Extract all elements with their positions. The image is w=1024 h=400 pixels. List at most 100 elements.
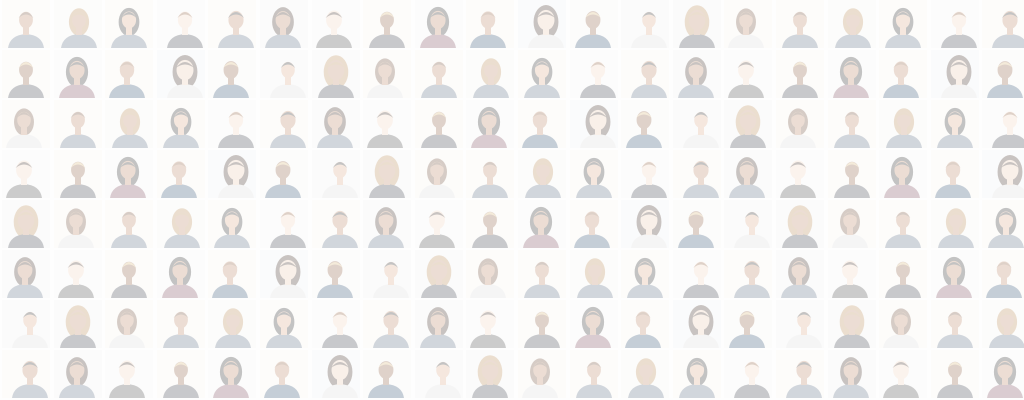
portrait-tile bbox=[414, 100, 463, 148]
portrait-tile bbox=[930, 150, 979, 198]
portrait-tile bbox=[775, 300, 824, 348]
portrait-icon bbox=[363, 300, 412, 348]
portrait-tile bbox=[879, 300, 928, 348]
portrait-icon bbox=[879, 250, 928, 298]
portrait-tile bbox=[724, 350, 773, 398]
portrait-tile bbox=[775, 150, 824, 198]
portrait-icon bbox=[827, 0, 876, 48]
portrait-icon bbox=[2, 100, 50, 148]
portrait-icon bbox=[621, 100, 670, 148]
portrait-tile bbox=[879, 200, 928, 248]
portrait-tile bbox=[517, 0, 566, 48]
portrait-icon bbox=[53, 0, 102, 48]
portrait-icon bbox=[363, 50, 412, 98]
portrait-tile bbox=[208, 50, 257, 98]
portrait-icon bbox=[827, 350, 876, 398]
portrait-icon bbox=[621, 300, 670, 348]
portrait-tile bbox=[156, 200, 205, 248]
portrait-icon bbox=[156, 0, 205, 48]
portrait-icon bbox=[672, 100, 721, 148]
portrait-tile bbox=[466, 150, 515, 198]
portrait-tile bbox=[259, 150, 308, 198]
portrait-icon bbox=[259, 350, 308, 398]
portrait-icon bbox=[672, 0, 721, 48]
portrait-icon bbox=[311, 350, 360, 398]
portrait-icon bbox=[105, 200, 154, 248]
portrait-tile bbox=[724, 150, 773, 198]
portrait-icon bbox=[208, 350, 257, 398]
portrait-icon bbox=[930, 150, 979, 198]
portrait-icon bbox=[879, 150, 928, 198]
portrait-tile bbox=[156, 300, 205, 348]
portrait-icon bbox=[2, 250, 50, 298]
portrait-icon bbox=[311, 200, 360, 248]
portrait-tile bbox=[621, 350, 670, 398]
portrait-tile bbox=[156, 0, 205, 48]
portrait-icon bbox=[517, 300, 566, 348]
portrait-tile bbox=[982, 0, 1024, 48]
portrait-icon bbox=[982, 250, 1024, 298]
portrait-tile bbox=[466, 50, 515, 98]
portrait-icon bbox=[363, 150, 412, 198]
portrait-icon bbox=[621, 0, 670, 48]
portrait-tile bbox=[930, 300, 979, 348]
portrait-tile bbox=[311, 100, 360, 148]
portrait-icon bbox=[259, 200, 308, 248]
portrait-icon bbox=[311, 250, 360, 298]
portrait-icon bbox=[930, 100, 979, 148]
portrait-icon bbox=[569, 250, 618, 298]
portrait-icon bbox=[775, 150, 824, 198]
portrait-icon bbox=[672, 250, 721, 298]
portrait-tile bbox=[2, 200, 50, 248]
portrait-tile bbox=[517, 250, 566, 298]
portrait-tile bbox=[259, 300, 308, 348]
portrait-tile bbox=[879, 50, 928, 98]
portrait-tile bbox=[982, 200, 1024, 248]
portrait-icon bbox=[879, 200, 928, 248]
portrait-tile bbox=[724, 250, 773, 298]
portrait-icon bbox=[2, 0, 50, 48]
portrait-tile bbox=[672, 300, 721, 348]
portrait-icon bbox=[156, 250, 205, 298]
portrait-icon bbox=[156, 350, 205, 398]
portrait-tile bbox=[363, 150, 412, 198]
portrait-icon bbox=[156, 150, 205, 198]
portrait-tile bbox=[259, 350, 308, 398]
portrait-tile bbox=[156, 50, 205, 98]
portrait-tile bbox=[363, 50, 412, 98]
portrait-tile bbox=[879, 0, 928, 48]
portrait-tile bbox=[311, 300, 360, 348]
portrait-icon bbox=[208, 250, 257, 298]
portrait-tile bbox=[930, 350, 979, 398]
portrait-icon bbox=[775, 250, 824, 298]
portrait-icon bbox=[775, 300, 824, 348]
portrait-tile bbox=[775, 100, 824, 148]
portrait-tile bbox=[724, 50, 773, 98]
portrait-icon bbox=[259, 150, 308, 198]
portrait-tile bbox=[982, 100, 1024, 148]
portrait-icon bbox=[724, 0, 773, 48]
portrait-tile bbox=[827, 200, 876, 248]
portrait-tile bbox=[517, 200, 566, 248]
portrait-tile bbox=[363, 350, 412, 398]
portrait-icon bbox=[724, 200, 773, 248]
portrait-icon bbox=[2, 50, 50, 98]
portrait-icon bbox=[982, 150, 1024, 198]
portrait-tile bbox=[982, 150, 1024, 198]
portrait-icon bbox=[517, 150, 566, 198]
portrait-icon bbox=[724, 250, 773, 298]
portrait-icon bbox=[827, 50, 876, 98]
portrait-tile bbox=[724, 200, 773, 248]
portrait-icon bbox=[105, 250, 154, 298]
portrait-tile bbox=[621, 300, 670, 348]
portrait-icon bbox=[879, 300, 928, 348]
portrait-tile bbox=[621, 50, 670, 98]
portrait-tile bbox=[569, 100, 618, 148]
portrait-icon bbox=[414, 50, 463, 98]
portrait-icon bbox=[672, 350, 721, 398]
portrait-tile bbox=[982, 350, 1024, 398]
portrait-icon bbox=[53, 200, 102, 248]
portrait-icon bbox=[311, 300, 360, 348]
portrait-icon bbox=[466, 350, 515, 398]
portrait-icon bbox=[827, 300, 876, 348]
